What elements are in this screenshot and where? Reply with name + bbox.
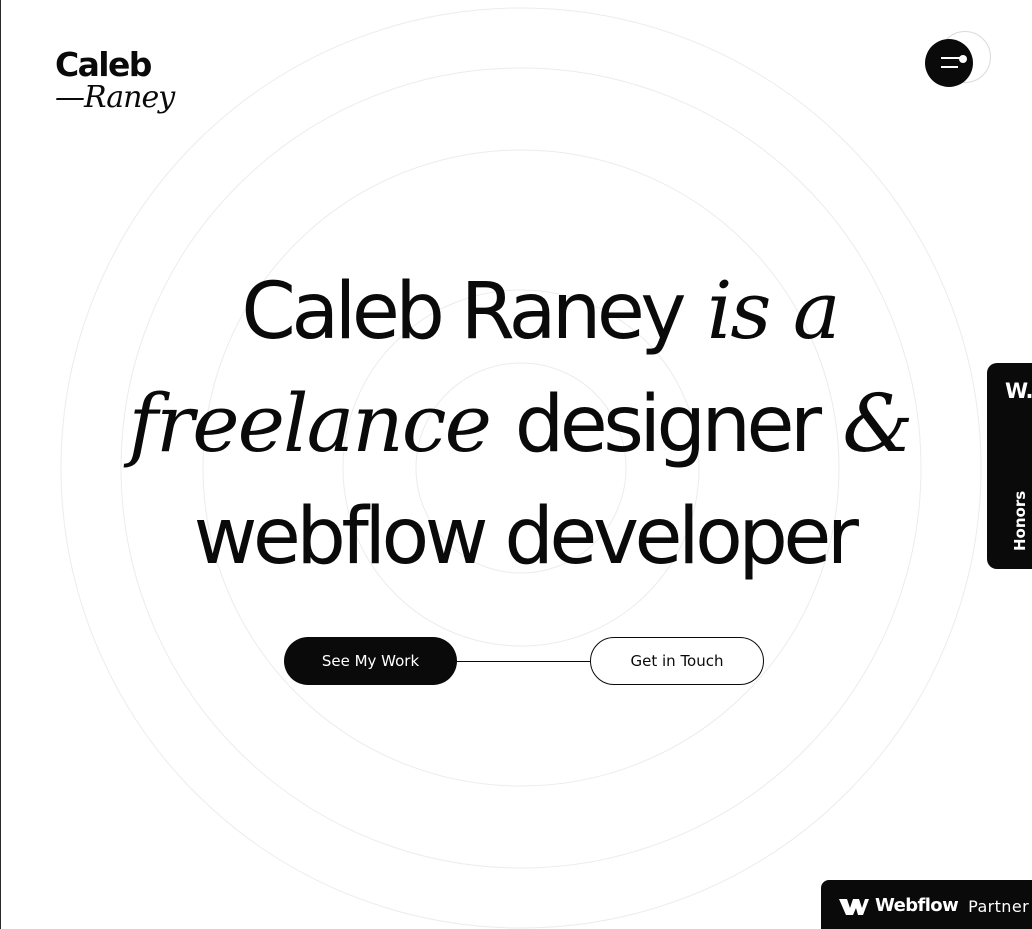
headline-name: Caleb Raney (241, 267, 686, 357)
headline-role: webflow developer (193, 492, 859, 582)
get-in-touch-button[interactable]: Get in Touch (590, 637, 764, 685)
cta-row: See My Work Get in Touch (284, 637, 764, 685)
hero-headline: Caleb Raney is a freelance designer & we… (1, 255, 1032, 593)
menu-control (925, 31, 991, 87)
headline-freelance: freelance (128, 377, 491, 470)
menu-button[interactable] (925, 39, 973, 87)
awards-label: Honors (1011, 490, 1029, 551)
headline-line-2: freelance designer & (1, 368, 1032, 481)
cta-connector-line (456, 661, 592, 662)
partner-word: Partner (968, 897, 1030, 916)
logo-first-name: Caleb (55, 45, 152, 84)
headline-ampersand: & (842, 377, 913, 470)
webflow-logo-icon (839, 899, 869, 915)
headline-line-1: Caleb Raney is a (1, 255, 1032, 368)
see-my-work-button[interactable]: See My Work (284, 637, 457, 685)
menu-icon (941, 55, 967, 68)
headline-is-a: is a (706, 264, 841, 357)
headline-line-3: webflow developer (1, 481, 1032, 593)
webflow-partner-badge[interactable]: Webflow Partner (821, 880, 1032, 929)
logo[interactable]: Caleb —Raney (55, 45, 175, 115)
awards-side-tab[interactable]: W. Honors (987, 363, 1032, 569)
headline-designer: designer (514, 380, 822, 470)
partner-brand: Webflow (875, 895, 959, 916)
awards-badge: W. (1005, 379, 1032, 403)
logo-last-name: —Raney (55, 80, 175, 115)
